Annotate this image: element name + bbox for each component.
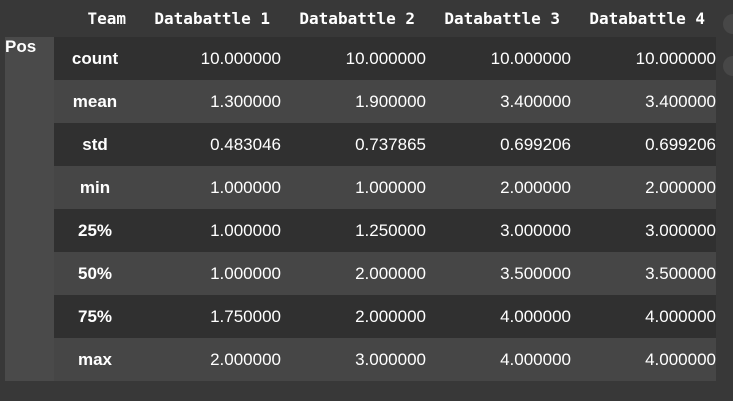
row-index-name: Pos — [5, 37, 54, 381]
table-row: max 2.000000 3.000000 4.000000 4.000000 — [5, 338, 716, 381]
table-cell: 3.000000 — [426, 209, 571, 252]
table-row: 50% 1.000000 2.000000 3.500000 3.500000 — [5, 252, 716, 295]
table-cell: 1.750000 — [136, 295, 281, 338]
table-cell: 3.400000 — [571, 80, 716, 123]
table-cell: 2.000000 — [281, 252, 426, 295]
table-row: Pos count 10.000000 10.000000 10.000000 … — [5, 37, 716, 381]
table-cell: 0.737865 — [281, 123, 426, 166]
row-label: count — [54, 37, 136, 80]
table-cell: 1.000000 — [136, 252, 281, 295]
table-row: std 0.483046 0.737865 0.699206 0.699206 — [5, 123, 716, 166]
notebook-output-area: Team Databattle 1 Databattle 2 Databattl… — [0, 0, 733, 401]
table-cell: 3.500000 — [571, 252, 716, 295]
table-cell: 0.699206 — [426, 123, 571, 166]
table-cell: 1.000000 — [281, 166, 426, 209]
table-row: mean 1.300000 1.900000 3.400000 3.400000 — [5, 80, 716, 123]
row-label: mean — [54, 80, 136, 123]
row-label: 75% — [54, 295, 136, 338]
table-cell: 4.000000 — [426, 295, 571, 338]
dataframe-table: Team Databattle 1 Databattle 2 Databattl… — [5, 0, 716, 381]
table-row: 25% 1.000000 1.250000 3.000000 3.000000 — [5, 209, 716, 252]
header-corner — [5, 0, 54, 37]
row-label: 50% — [54, 252, 136, 295]
table-cell: 2.000000 — [571, 166, 716, 209]
table-cell: 2.000000 — [281, 295, 426, 338]
table-cell: 1.000000 — [136, 166, 281, 209]
table-cell: 3.000000 — [571, 209, 716, 252]
table-cell: 0.699206 — [571, 123, 716, 166]
table-cell: 4.000000 — [426, 338, 571, 381]
table-cell: 3.000000 — [281, 338, 426, 381]
table-cell: 1.250000 — [281, 209, 426, 252]
table-cell: 1.300000 — [136, 80, 281, 123]
cell-action-button[interactable] — [723, 14, 733, 34]
table-cell: 2.000000 — [426, 166, 571, 209]
column-header: Databattle 2 — [281, 0, 426, 37]
row-label: min — [54, 166, 136, 209]
table-cell: 10.000000 — [426, 37, 571, 80]
table-cell: 2.000000 — [136, 338, 281, 381]
table-cell: 4.000000 — [571, 338, 716, 381]
table-row: min 1.000000 1.000000 2.000000 2.000000 — [5, 166, 716, 209]
column-header-row: Team Databattle 1 Databattle 2 Databattl… — [5, 0, 716, 37]
column-axis-label: Team — [54, 0, 136, 37]
column-header: Databattle 3 — [426, 0, 571, 37]
table-cell: 3.500000 — [426, 252, 571, 295]
row-label: max — [54, 338, 136, 381]
row-label: 25% — [54, 209, 136, 252]
table-cell: 10.000000 — [281, 37, 426, 80]
table-cell: 10.000000 — [136, 37, 281, 80]
table-cell: 1.900000 — [281, 80, 426, 123]
row-label: std — [54, 123, 136, 166]
table-cell: 1.000000 — [136, 209, 281, 252]
table-cell: 4.000000 — [571, 295, 716, 338]
column-header: Databattle 4 — [571, 0, 716, 37]
cell-action-button[interactable] — [723, 56, 733, 76]
table-cell: 3.400000 — [426, 80, 571, 123]
table-row: 75% 1.750000 2.000000 4.000000 4.000000 — [5, 295, 716, 338]
table-cell: 0.483046 — [136, 123, 281, 166]
column-header: Databattle 1 — [136, 0, 281, 37]
table-cell: 10.000000 — [571, 37, 716, 80]
